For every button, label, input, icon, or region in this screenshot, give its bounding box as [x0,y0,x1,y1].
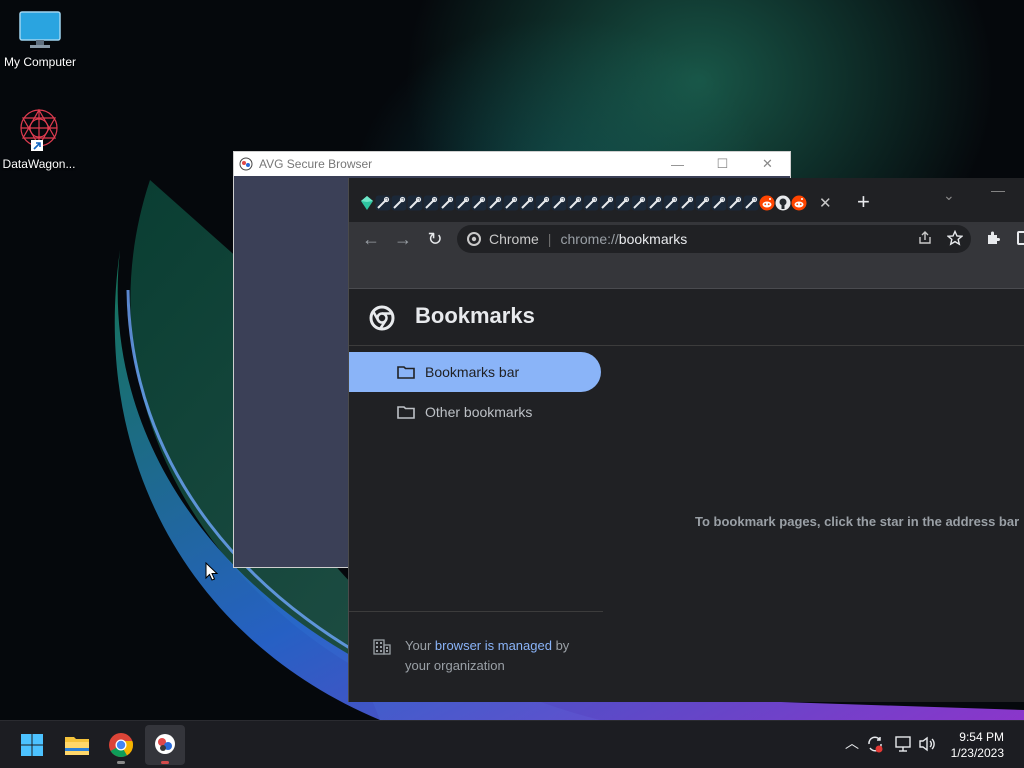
bookmarks-bar-strip [349,256,1024,289]
side-panel-icon[interactable] [1017,231,1024,245]
avg-minimize-button[interactable]: — [655,152,700,176]
steam-icon[interactable] [439,195,455,211]
running-indicator [117,761,125,764]
steam-icon[interactable] [471,195,487,211]
start-button[interactable] [12,725,52,765]
gem-icon[interactable] [359,195,375,211]
chrome-toolbar: ← → ↻ Chrome | chrome:// bookmarks [349,222,1024,256]
steam-icon[interactable] [711,195,727,211]
forward-icon[interactable]: → [393,229,413,249]
tab-close-icon[interactable]: ✕ [819,194,832,212]
desktop-icon-my-computer[interactable]: My Computer [0,10,80,69]
tab-search-icon[interactable]: ⌄ [943,187,955,204]
show-hidden-icons-chevron-icon[interactable]: ︿ [845,733,859,753]
desktop-icon-label: DataWagon... [2,157,76,171]
running-indicator [161,761,169,764]
steam-icon[interactable] [615,195,631,211]
tab-favicon-row [359,195,807,211]
sidebar-item-bookmarks-bar[interactable]: Bookmarks bar [349,352,601,392]
site-info-chip[interactable]: Chrome [457,231,539,247]
reddit-icon[interactable] [759,195,775,211]
avg-close-button[interactable]: ✕ [745,152,790,176]
steam-icon[interactable] [631,195,647,211]
reddit-icon[interactable] [791,195,807,211]
clock-time: 9:54 PM [959,730,1004,744]
mouse-cursor-icon [205,562,219,581]
reload-icon[interactable]: ↻ [425,229,445,249]
chrome-window[interactable]: ✕ + ⌄ — ← → ↻ Chrome | chrome:// bookmar… [348,178,1024,702]
chrome-icon [109,733,134,758]
new-tab-button[interactable]: + [857,191,870,213]
clock-date: 1/23/2023 [950,746,1004,760]
url-scheme: chrome:// [560,231,619,247]
back-icon[interactable]: ← [361,229,381,249]
avg-window-title: AVG Secure Browser [259,157,373,171]
taskbar-clock[interactable]: 9:54 PM 1/23/2023 [951,729,1004,761]
avg-logo-icon [239,157,253,171]
omnibox-separator: | [547,231,552,247]
github-icon[interactable] [775,195,791,211]
taskbar-avg-browser[interactable] [145,725,185,765]
network-icon[interactable] [894,735,914,753]
steam-icon[interactable] [647,195,663,211]
steam-icon[interactable] [375,195,391,211]
page-title: Bookmarks [415,303,535,328]
bookmarks-page-header: Bookmarks [349,289,1024,346]
sidebar-divider [349,611,603,612]
managed-prefix: Your [405,638,435,653]
sidebar-item-label: Bookmarks bar [425,364,520,380]
steam-icon[interactable] [695,195,711,211]
managed-notice: Your browser is managed by your organiza… [373,636,593,676]
avg-titlebar[interactable]: AVG Secure Browser — ☐ ✕ [234,152,790,176]
desktop-icon-label: My Computer [3,55,77,69]
taskbar-chrome[interactable] [101,725,141,765]
steam-icon[interactable] [535,195,551,211]
url-path: bookmarks [618,231,688,247]
folder-icon [397,366,415,379]
steam-icon[interactable] [455,195,471,211]
steam-icon[interactable] [743,195,759,211]
folder-icon [397,406,415,419]
monitor-icon [19,11,61,48]
omnibox[interactable]: Chrome | chrome:// bookmarks [457,225,971,253]
sidebar-item-other-bookmarks[interactable]: Other bookmarks [349,392,603,432]
avg-browser-icon [155,734,175,754]
steam-icon[interactable] [567,195,583,211]
chrome-small-icon [467,232,481,246]
managed-link[interactable]: browser is managed [435,638,552,653]
building-icon [373,639,391,655]
sidebar-item-label: Other bookmarks [425,404,533,420]
steam-icon[interactable] [503,195,519,211]
steam-icon[interactable] [487,195,503,211]
taskbar: ︿ 9:54 PM 1/23/2023 [0,720,1024,768]
chrome-minimize-button[interactable]: — [991,182,1005,198]
steam-icon[interactable] [583,195,599,211]
bookmark-star-icon[interactable] [947,230,963,246]
steam-icon[interactable] [551,195,567,211]
steam-icon[interactable] [727,195,743,211]
datawagon-logo-icon [20,108,58,151]
sync-icon[interactable] [866,735,884,753]
tab-strip: ✕ + ⌄ — [349,178,1024,222]
share-icon[interactable] [917,230,933,246]
taskbar-file-explorer[interactable] [57,725,97,765]
chrome-logo-icon [369,305,395,331]
volume-icon[interactable] [918,735,938,753]
desktop-icon-datawagon[interactable]: DataWagon... [0,106,79,171]
steam-icon[interactable] [599,195,615,211]
steam-icon[interactable] [663,195,679,211]
file-explorer-icon [65,737,89,755]
steam-icon[interactable] [391,195,407,211]
steam-icon[interactable] [423,195,439,211]
windows-start-icon [21,734,43,756]
steam-icon[interactable] [679,195,695,211]
steam-icon[interactable] [407,195,423,211]
extensions-icon[interactable] [985,230,1001,246]
avg-maximize-button[interactable]: ☐ [700,152,745,176]
empty-bookmarks-message: To bookmark pages, click the star in the… [695,514,1020,529]
site-chip-label: Chrome [489,231,539,247]
steam-icon[interactable] [519,195,535,211]
